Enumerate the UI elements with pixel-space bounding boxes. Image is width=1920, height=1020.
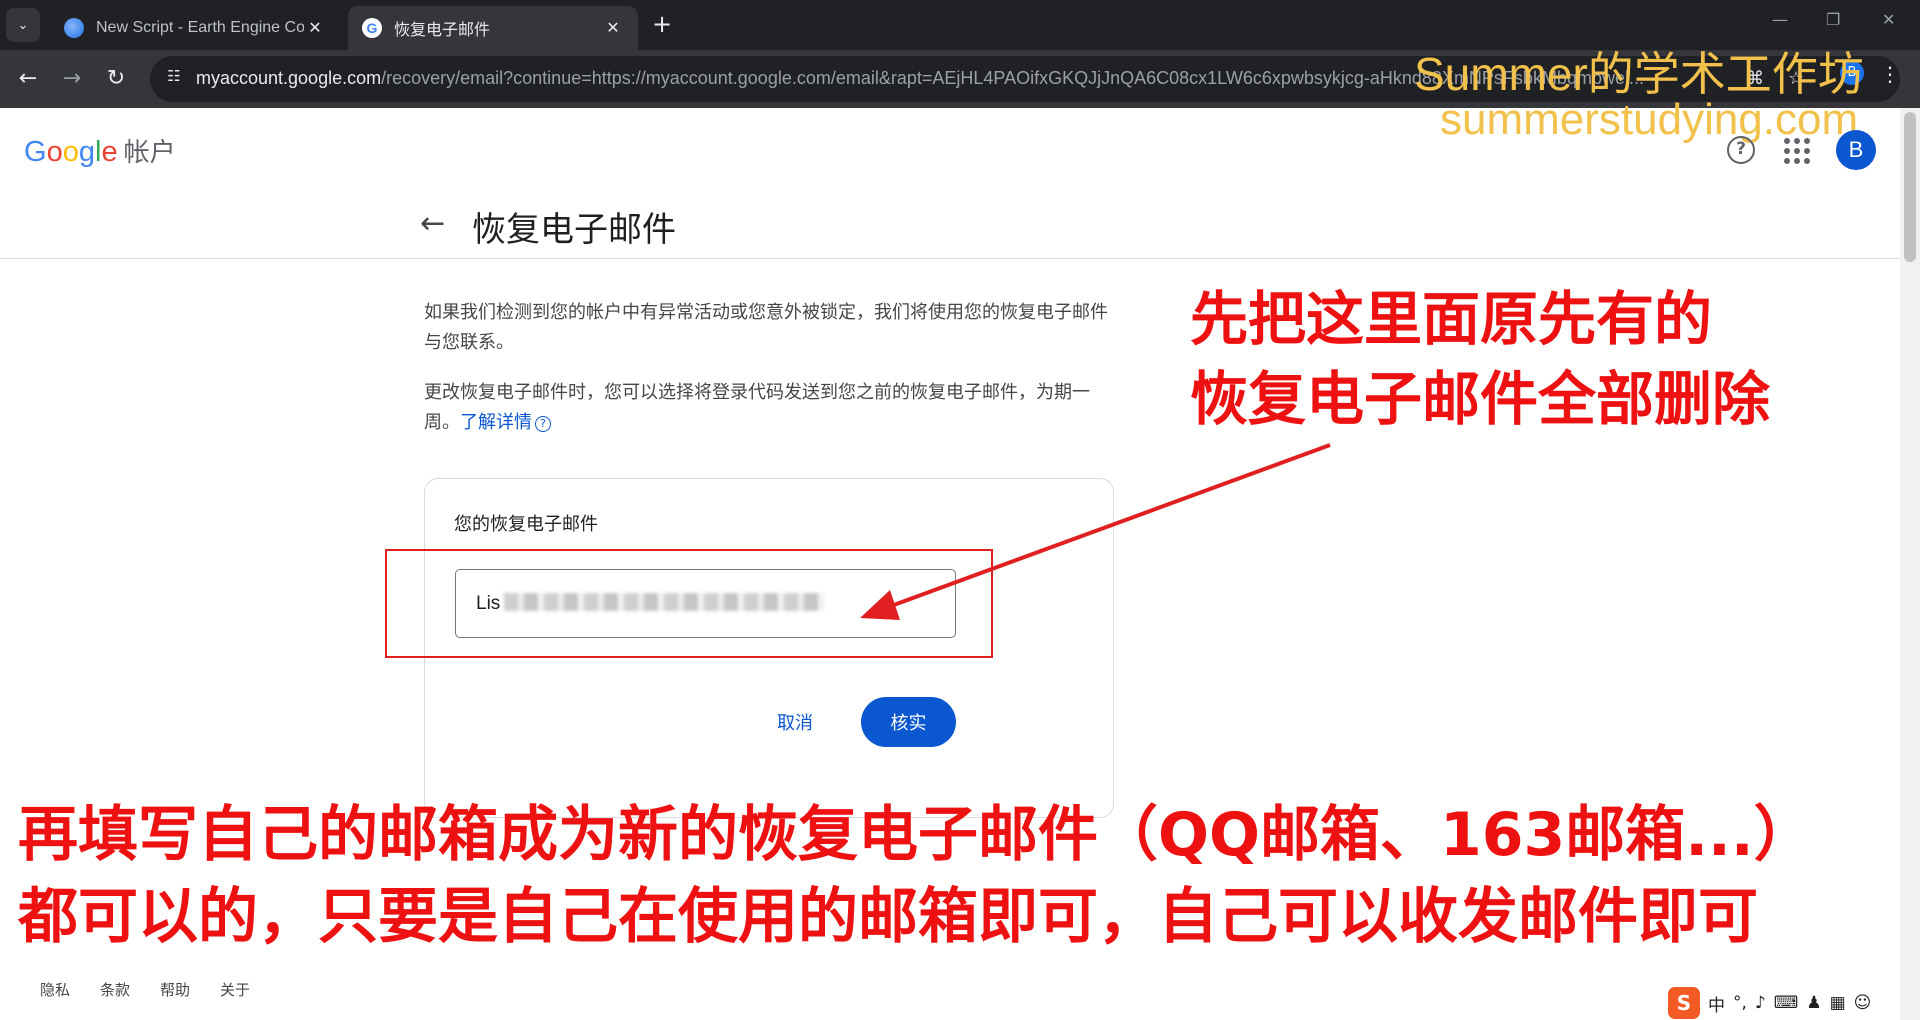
info-icon: ? [535, 416, 551, 432]
annotation-fill-line2: 都可以的，只要是自己在使用的邮箱即可，自己可以收发邮件即可 [18, 882, 1758, 952]
toolbox-icon[interactable]: ▦ [1830, 993, 1846, 1013]
back-icon[interactable]: ← [14, 66, 42, 94]
footer-link-terms[interactable]: 条款 [100, 979, 130, 1000]
learn-more-link[interactable]: 了解详情? [460, 412, 551, 433]
skin-icon[interactable]: ♟ [1806, 993, 1821, 1013]
cancel-button[interactable]: 取消 [760, 697, 830, 747]
ime-mode-indicator[interactable]: 中 [1708, 991, 1725, 1016]
footer-link-help[interactable]: 帮助 [160, 979, 190, 1000]
change-info-paragraph: 更改恢复电子邮件时，您可以选择将登录代码发送到您之前的恢复电子邮件，为期一周。了… [424, 382, 1090, 433]
annotation-highlight-box [385, 549, 993, 658]
avatar[interactable]: B [1836, 130, 1876, 170]
minimize-icon[interactable]: — [1772, 10, 1788, 29]
window-close-icon[interactable]: ✕ [1882, 10, 1895, 29]
sogou-ime-icon[interactable]: S [1668, 987, 1700, 1019]
description-paragraph: 如果我们检测到您的帐户中有异常活动或您意外被锁定，我们将使用您的恢复电子邮件与您… [424, 302, 1108, 353]
tab-search-button[interactable]: ⌄ [6, 8, 40, 42]
restore-icon[interactable]: ❐ [1826, 10, 1840, 29]
keyboard-icon[interactable]: ⌨ [1774, 993, 1799, 1013]
apps-grid-icon[interactable] [1784, 138, 1810, 164]
close-icon[interactable]: ✕ [602, 18, 624, 38]
earth-engine-icon [64, 18, 84, 38]
footer-link-about[interactable]: 关于 [220, 979, 250, 1000]
tab-title: New Script - Earth Engine Co [96, 19, 304, 36]
ime-mascot-icon[interactable]: ☺ [1854, 993, 1872, 1013]
microphone-icon[interactable]: ♪ [1755, 993, 1766, 1013]
scrollbar-thumb[interactable] [1904, 112, 1916, 262]
annotation-fill-line1: 再填写自己的邮箱成为新的恢复电子邮件（QQ邮箱、163邮箱...） [18, 800, 1814, 870]
browser-menu-icon[interactable]: ⋮ [1880, 62, 1900, 86]
annotation-delete-line1: 先把这里面原先有的 [1190, 285, 1713, 353]
annotation-delete-line2: 恢复电子邮件全部删除 [1190, 365, 1771, 433]
recovery-email-label: 您的恢复电子邮件 [454, 514, 598, 535]
footer-link-privacy[interactable]: 隐私 [40, 979, 70, 1000]
close-icon[interactable]: ✕ [304, 18, 326, 38]
tab-title: 恢复电子邮件 [394, 22, 491, 39]
page-title: 恢复电子邮件 [472, 210, 676, 250]
ime-punctuation-icon[interactable]: °, [1733, 993, 1747, 1013]
forward-icon[interactable]: → [58, 66, 86, 94]
new-tab-button[interactable]: + [648, 11, 676, 39]
browser-tab-recovery-email[interactable]: G 恢复电子邮件 ✕ [348, 6, 638, 50]
back-arrow-icon[interactable]: ← [420, 206, 445, 241]
help-icon[interactable]: ? [1727, 136, 1755, 164]
google-favicon-icon: G [362, 18, 382, 38]
verify-button[interactable]: 核实 [861, 697, 956, 747]
google-account-logo[interactable]: Google 帐户 [24, 132, 176, 169]
site-info-icon[interactable]: ☷ [162, 67, 186, 91]
product-name: 帐户 [123, 138, 176, 168]
ime-toolbar: S 中 °, ♪ ⌨ ♟ ▦ ☺ [1668, 986, 1920, 1020]
reload-icon[interactable]: ↻ [102, 66, 130, 94]
browser-tab-earth-engine[interactable]: New Script - Earth Engine Co ✕ [50, 6, 340, 50]
header-divider [0, 258, 1900, 259]
